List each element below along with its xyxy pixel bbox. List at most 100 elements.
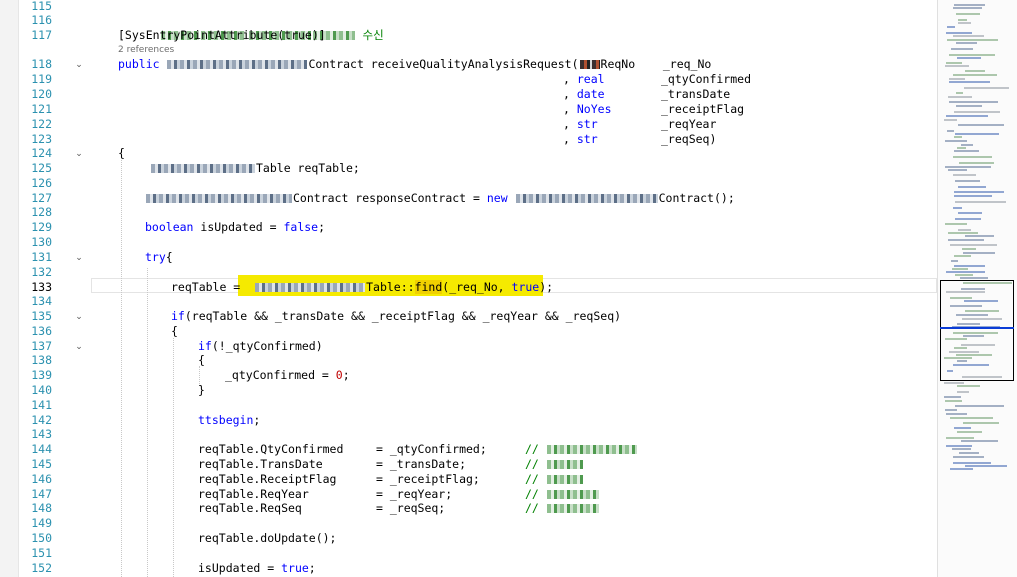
minimap-line xyxy=(950,244,997,246)
minimap-line xyxy=(945,166,991,168)
code-line-147: reqTable.ReqYear xyxy=(198,487,309,501)
code-line-120: , date xyxy=(563,87,605,101)
minimap-line xyxy=(944,396,961,398)
minimap-line xyxy=(952,448,971,450)
code-line-136: { xyxy=(171,324,178,338)
minimap-line xyxy=(948,232,978,234)
code-line-131: try{ xyxy=(145,250,173,264)
code-line-124: { xyxy=(118,146,125,160)
code-line-133: reqTable = Table::find(_req_No, true); xyxy=(171,280,554,294)
param-120: _transDate xyxy=(661,87,731,101)
minimap-line xyxy=(953,462,991,464)
minimap-line xyxy=(957,147,966,149)
minimap-line xyxy=(946,437,974,439)
minimap-line xyxy=(954,195,992,197)
minimap-line xyxy=(951,260,958,262)
minimap-line xyxy=(946,62,962,64)
minimap-line xyxy=(961,440,998,442)
minimap-line xyxy=(945,223,967,225)
param-123: _reqSeq) xyxy=(661,132,717,146)
minimap-line xyxy=(945,400,962,402)
code-line-122: , str xyxy=(563,117,598,131)
minimap-line xyxy=(957,385,980,387)
assign-144: = _qtyConfirmed; xyxy=(376,442,487,456)
minimap-line xyxy=(959,162,994,164)
code-line-135: if(reqTable && _transDate && _receiptFla… xyxy=(171,309,622,323)
minimap-line xyxy=(946,271,985,273)
minimap-line xyxy=(950,417,993,419)
minimap-line xyxy=(954,150,979,152)
code-line-139: _qtyConfirmed = 0; xyxy=(225,368,350,382)
minimap-line xyxy=(947,130,954,132)
minimap-line xyxy=(948,239,984,241)
minimap-line xyxy=(949,78,965,80)
minimap-line xyxy=(958,124,1004,126)
minimap-line xyxy=(952,268,968,270)
minimap-line xyxy=(955,274,973,276)
param-name: _req_No xyxy=(662,57,712,71)
param-119: _qtyConfirmed xyxy=(661,72,752,86)
minimap-line xyxy=(961,144,973,146)
minimap-line xyxy=(957,431,982,433)
code-editor[interactable]: 115 116 117 118 119 120 121 122 123 124 125 126 127 1… xyxy=(0,0,1017,577)
minimap-line xyxy=(953,74,997,76)
comment-145: // xyxy=(525,457,584,472)
minimap-line xyxy=(944,382,964,384)
comment-144: // xyxy=(525,442,638,457)
indent-guide xyxy=(147,268,148,577)
minimap-line xyxy=(962,248,976,250)
code-line-150: reqTable.doUpdate(); xyxy=(198,531,337,545)
indent-guide xyxy=(121,160,122,577)
code-line-145: reqTable.TransDate xyxy=(198,457,323,471)
minimap-line xyxy=(954,111,1000,113)
minimap-line xyxy=(947,26,955,28)
assign-147: = _reqYear; xyxy=(376,487,453,501)
attribute-text: [SysEntryPointAttribute(true)] xyxy=(118,28,326,42)
comment-146: // xyxy=(525,472,584,487)
codelens-references[interactable]: 2 references xyxy=(118,45,174,56)
minimap-line xyxy=(950,468,973,470)
minimap-line xyxy=(954,265,985,267)
code-line-146: reqTable.ReceiptFlag xyxy=(198,472,337,486)
minimap-line xyxy=(955,180,980,182)
comment-text: 수신 xyxy=(362,28,384,42)
code-line-152: isUpdated = true; xyxy=(198,561,316,575)
minimap-line xyxy=(949,101,998,103)
minimap-caret-marker xyxy=(940,327,1014,329)
minimap-line xyxy=(946,115,988,117)
minimap-line xyxy=(964,87,1009,89)
code-line-138: { xyxy=(198,353,205,367)
minimap-line xyxy=(955,218,981,220)
assign-145: = _transDate; xyxy=(376,457,467,471)
minimap-line xyxy=(945,65,969,67)
minimap-line xyxy=(947,39,998,41)
minimap-line xyxy=(965,235,994,237)
minimap-line xyxy=(959,452,979,454)
code-line-148: reqTable.ReqSeq xyxy=(198,501,302,515)
minimap-viewport[interactable] xyxy=(940,280,1014,381)
minimap-line xyxy=(953,174,976,176)
minimap-line xyxy=(953,156,992,158)
minimap-line xyxy=(945,140,967,142)
minimap-line xyxy=(951,48,973,50)
indent-guide xyxy=(173,338,174,577)
code-line-142: ttsbegin; xyxy=(198,413,261,427)
minimap-line xyxy=(958,19,967,21)
code-line-140: } xyxy=(198,383,205,397)
minimap-line xyxy=(946,445,972,447)
assign-148: = _reqSeq; xyxy=(376,501,446,515)
minimap-line xyxy=(953,7,982,9)
code-line-119: , real xyxy=(563,72,605,86)
minimap-line xyxy=(953,207,962,209)
code-line-137: if(!_qtyConfirmed) xyxy=(198,339,323,353)
minimap-line xyxy=(944,119,957,121)
code-line-116: 수신 xyxy=(118,13,384,42)
minimap-line xyxy=(949,81,990,83)
minimap-line xyxy=(963,252,995,254)
code-area[interactable]: 수신 [SysEntryPointAttribute(true)] 2 refe… xyxy=(0,0,937,577)
code-line-123: , str xyxy=(563,132,598,146)
minimap-line xyxy=(948,169,967,171)
code-line-117: [SysEntryPointAttribute(true)] xyxy=(118,28,326,43)
minimap-line xyxy=(958,212,982,214)
minimap-line xyxy=(949,54,995,56)
